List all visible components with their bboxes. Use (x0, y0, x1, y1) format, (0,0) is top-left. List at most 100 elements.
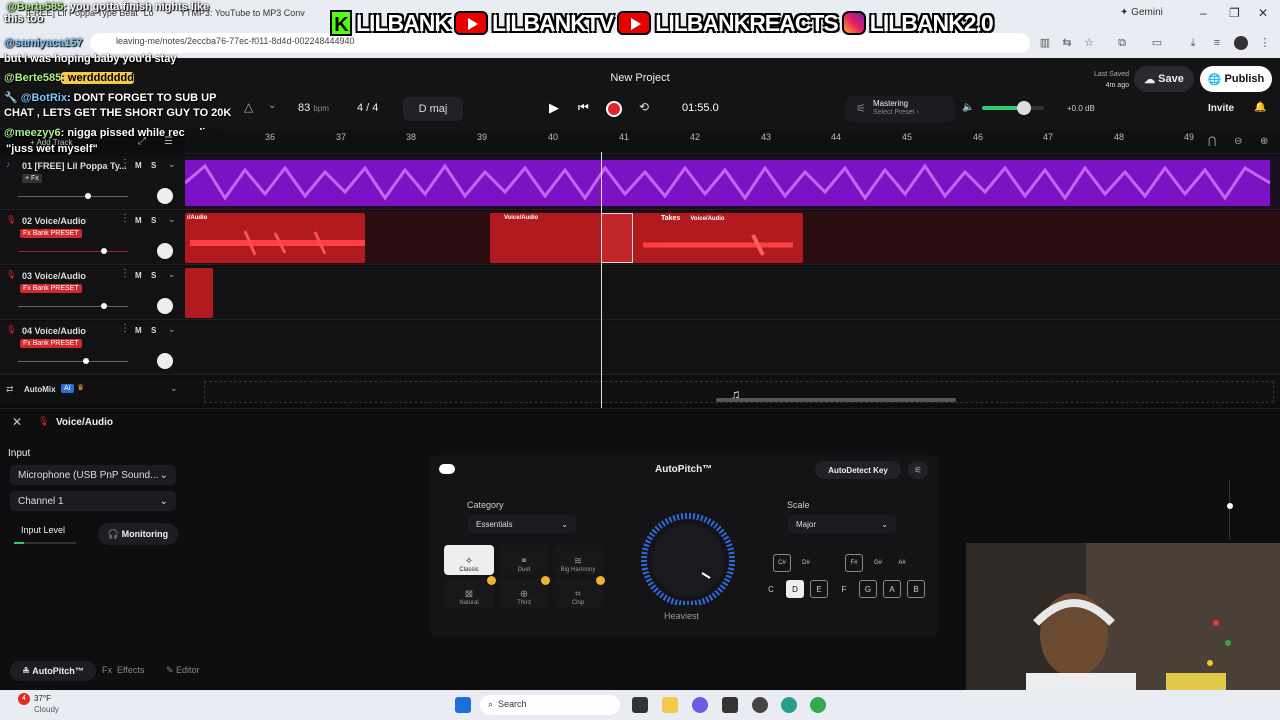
expand-icon[interactable]: ⤢ (138, 136, 146, 147)
autodetect-key-button[interactable]: AutoDetect Key (815, 461, 901, 479)
chevron-down-icon[interactable]: ⌄ (168, 324, 176, 335)
beat-waveform[interactable] (184, 156, 1280, 210)
speaker-icon[interactable]: 🔈 (962, 102, 974, 113)
key-a[interactable]: A (883, 580, 901, 598)
track-header-4[interactable]: 🎙 04 Voice/Audio Fx Bank PRESET ⋮ M S ⌄ (0, 321, 185, 375)
channel-dropdown[interactable]: Channel 1 ⌄ (10, 491, 176, 511)
track-lane-1[interactable] (184, 156, 1280, 210)
track-volume-slider[interactable] (18, 361, 128, 362)
profile-avatar[interactable] (1234, 36, 1248, 50)
file-explorer-icon[interactable] (662, 697, 678, 713)
cast-icon[interactable]: ⇆ (1060, 36, 1074, 50)
time-signature[interactable]: 4 / 4 (357, 102, 378, 114)
master-volume-slider[interactable] (982, 106, 1044, 110)
solo-button[interactable]: S (151, 161, 156, 170)
key-g[interactable]: G (859, 580, 877, 598)
solo-button[interactable]: S (151, 271, 156, 280)
more-icon[interactable]: ⋮ (1258, 36, 1272, 50)
key-selector[interactable]: D maj (403, 97, 463, 121)
fx-preset-badge[interactable]: Fx Bank PRESET (20, 339, 82, 348)
tab-effects[interactable]: Fx Effects (102, 665, 144, 675)
pitch-knob[interactable] (630, 505, 746, 605)
level-meter-handle[interactable] (1227, 503, 1233, 509)
gemini-button[interactable]: ✦ Gemini (1120, 7, 1163, 18)
fx-preset-badge[interactable]: Fx Bank PRESET (20, 284, 82, 293)
track-lane-2[interactable]: ı/Audio Voice/Audio Takes Voice/Audio (185, 211, 1280, 265)
track-header-1[interactable]: ♪ 01 [FREE] Lil Poppa Ty... + Fx ⋮ M S ⌄ (0, 156, 185, 210)
track-volume-slider[interactable] (18, 251, 128, 252)
selected-clip[interactable] (601, 213, 633, 263)
audio-clip[interactable]: ı/Audio (185, 213, 365, 263)
style-duet[interactable]: ⚭ Duet (499, 545, 549, 575)
track-name[interactable]: 03 Voice/Audio (22, 271, 86, 281)
track-more-icon[interactable]: ⋮ (120, 158, 130, 169)
mute-button[interactable]: M (135, 326, 142, 335)
track-more-icon[interactable]: ⋮ (120, 323, 130, 334)
tracks-options-icon[interactable]: ☰ (164, 136, 173, 147)
download-icon[interactable]: ⤓ (1186, 36, 1200, 50)
track-volume-handle[interactable] (85, 193, 91, 199)
record-button[interactable] (606, 101, 622, 117)
horizontal-scrollbar[interactable] (716, 398, 956, 402)
track-header-3[interactable]: 🎙 03 Voice/Audio Fx Bank PRESET ⋮ M S ⌄ (0, 266, 185, 320)
scale-dropdown[interactable]: Major ⌄ (788, 515, 896, 533)
add-track-button[interactable]: + Add Track (30, 138, 72, 147)
key-f[interactable]: F (835, 580, 853, 598)
pan-knob[interactable] (157, 188, 173, 204)
maximize-icon[interactable]: ❐ (1229, 6, 1240, 20)
tab-autopitch[interactable]: ≗ AutoPitch™ (10, 661, 96, 681)
key-b[interactable]: B (907, 580, 925, 598)
bpm-value[interactable]: 83 bpm (298, 102, 329, 114)
microphone-dropdown[interactable]: Microphone (USB PnP Sound... ⌄ (10, 465, 176, 485)
track-volume-handle[interactable] (101, 303, 107, 309)
audio-clip[interactable]: Voice/Audio (490, 213, 602, 263)
track-volume-slider[interactable] (18, 196, 128, 197)
close-panel-icon[interactable]: ✕ (12, 415, 22, 429)
key-g-sharp[interactable]: G# (869, 554, 887, 572)
mute-button[interactable]: M (135, 161, 142, 170)
close-icon[interactable]: ✕ (1258, 6, 1268, 20)
project-title[interactable]: New Project (560, 72, 720, 84)
playhead[interactable] (601, 152, 602, 408)
style-big-harmony[interactable]: ≋ Big Harmony (553, 545, 603, 575)
track-volume-slider[interactable] (18, 306, 128, 307)
track-lane-4[interactable] (185, 321, 1280, 375)
category-dropdown[interactable]: Essentials ⌄ (468, 515, 576, 533)
track-name[interactable]: 04 Voice/Audio (22, 326, 86, 336)
track-more-icon[interactable]: ⋮ (120, 213, 130, 224)
mute-button[interactable]: M (135, 271, 142, 280)
track-volume-handle[interactable] (83, 358, 89, 364)
tab-editor[interactable]: ✎ Editor (166, 665, 200, 676)
audio-clip[interactable]: Takes Voice/Audio (633, 213, 803, 263)
bookmark-star-icon[interactable]: ☆ (1082, 36, 1096, 50)
monitoring-button[interactable]: 🎧 Monitoring (98, 523, 178, 545)
key-c[interactable]: C (762, 580, 780, 598)
key-e[interactable]: E (810, 580, 828, 598)
track-header-2[interactable]: 🎙 02 Voice/Audio Fx Bank PRESET ⋮ M S ⌄ (0, 211, 185, 265)
bell-icon[interactable]: 🔔 (1254, 102, 1266, 113)
save-button[interactable]: ☁ Save (1134, 66, 1194, 92)
zoom-in-icon[interactable]: ⊕ (1260, 136, 1268, 147)
magnet-icon[interactable]: ⋂ (1208, 136, 1216, 147)
extensions-icon[interactable]: ⧉ (1115, 36, 1129, 50)
chevron-down-icon[interactable]: ⌄ (170, 383, 178, 394)
fx-preset-badge[interactable]: Fx Bank PRESET (20, 229, 82, 238)
pan-knob[interactable] (157, 243, 173, 259)
track-name[interactable]: 01 [FREE] Lil Poppa Ty... (22, 161, 127, 171)
track-volume-handle[interactable] (101, 248, 107, 254)
task-view-icon[interactable] (632, 697, 648, 713)
weather-temp[interactable]: 37°F (34, 694, 51, 703)
fx-add-button[interactable]: + Fx (22, 174, 42, 183)
track-more-icon[interactable]: ⋮ (120, 268, 130, 279)
key-a-sharp[interactable]: A# (893, 554, 911, 572)
loop-icon[interactable]: ⟲ (639, 100, 649, 114)
minimize-icon[interactable]: – (1200, 6, 1207, 20)
pan-knob[interactable] (157, 298, 173, 314)
app-icon[interactable] (722, 697, 738, 713)
obs-icon[interactable] (752, 697, 768, 713)
solo-button[interactable]: S (151, 216, 156, 225)
play-icon[interactable]: ▶ (549, 100, 559, 116)
settings-sliders-icon[interactable]: ⚟ (908, 461, 928, 479)
chevron-down-icon[interactable]: ⌄ (268, 100, 276, 111)
metronome-icon[interactable]: △ (244, 100, 253, 114)
